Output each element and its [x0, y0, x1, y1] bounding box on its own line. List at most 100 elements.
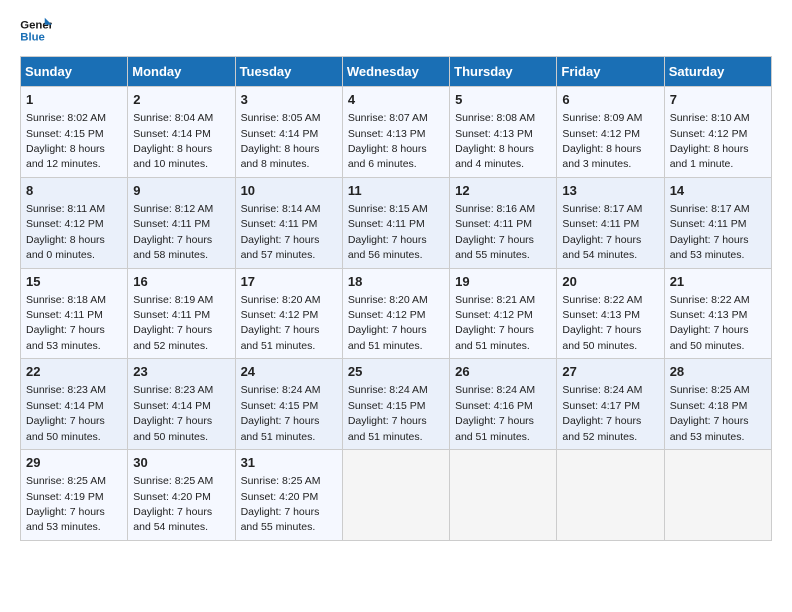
- day-number: 6: [562, 91, 658, 109]
- cell-info: Sunrise: 8:12 AMSunset: 4:11 PMDaylight:…: [133, 203, 213, 261]
- calendar-day-cell: 11 Sunrise: 8:15 AMSunset: 4:11 PMDaylig…: [342, 177, 449, 268]
- cell-info: Sunrise: 8:07 AMSunset: 4:13 PMDaylight:…: [348, 112, 428, 170]
- calendar-day-cell: 15 Sunrise: 8:18 AMSunset: 4:11 PMDaylig…: [21, 268, 128, 359]
- calendar-week-row: 15 Sunrise: 8:18 AMSunset: 4:11 PMDaylig…: [21, 268, 772, 359]
- day-number: 28: [670, 363, 766, 381]
- day-number: 7: [670, 91, 766, 109]
- day-number: 24: [241, 363, 337, 381]
- calendar-day-cell: 14 Sunrise: 8:17 AMSunset: 4:11 PMDaylig…: [664, 177, 771, 268]
- day-number: 12: [455, 182, 551, 200]
- day-number: 30: [133, 454, 229, 472]
- calendar-day-cell: 10 Sunrise: 8:14 AMSunset: 4:11 PMDaylig…: [235, 177, 342, 268]
- day-number: 4: [348, 91, 444, 109]
- calendar-day-cell: 20 Sunrise: 8:22 AMSunset: 4:13 PMDaylig…: [557, 268, 664, 359]
- calendar-day-cell: 19 Sunrise: 8:21 AMSunset: 4:12 PMDaylig…: [450, 268, 557, 359]
- calendar-day-cell: 13 Sunrise: 8:17 AMSunset: 4:11 PMDaylig…: [557, 177, 664, 268]
- cell-info: Sunrise: 8:14 AMSunset: 4:11 PMDaylight:…: [241, 203, 321, 261]
- calendar-day-cell: 9 Sunrise: 8:12 AMSunset: 4:11 PMDayligh…: [128, 177, 235, 268]
- day-number: 8: [26, 182, 122, 200]
- day-number: 23: [133, 363, 229, 381]
- calendar-day-cell: 7 Sunrise: 8:10 AMSunset: 4:12 PMDayligh…: [664, 87, 771, 178]
- day-of-week-header: Thursday: [450, 57, 557, 87]
- calendar-day-cell: [450, 450, 557, 541]
- calendar-week-row: 8 Sunrise: 8:11 AMSunset: 4:12 PMDayligh…: [21, 177, 772, 268]
- day-number: 29: [26, 454, 122, 472]
- calendar-day-cell: 24 Sunrise: 8:24 AMSunset: 4:15 PMDaylig…: [235, 359, 342, 450]
- svg-text:Blue: Blue: [20, 32, 45, 44]
- calendar-day-cell: 29 Sunrise: 8:25 AMSunset: 4:19 PMDaylig…: [21, 450, 128, 541]
- calendar-day-cell: 27 Sunrise: 8:24 AMSunset: 4:17 PMDaylig…: [557, 359, 664, 450]
- calendar-day-cell: 23 Sunrise: 8:23 AMSunset: 4:14 PMDaylig…: [128, 359, 235, 450]
- calendar-day-cell: [664, 450, 771, 541]
- cell-info: Sunrise: 8:20 AMSunset: 4:12 PMDaylight:…: [348, 294, 428, 352]
- calendar-day-cell: 18 Sunrise: 8:20 AMSunset: 4:12 PMDaylig…: [342, 268, 449, 359]
- cell-info: Sunrise: 8:08 AMSunset: 4:13 PMDaylight:…: [455, 112, 535, 170]
- day-of-week-header: Friday: [557, 57, 664, 87]
- calendar-day-cell: [342, 450, 449, 541]
- cell-info: Sunrise: 8:17 AMSunset: 4:11 PMDaylight:…: [670, 203, 750, 261]
- calendar-day-cell: 4 Sunrise: 8:07 AMSunset: 4:13 PMDayligh…: [342, 87, 449, 178]
- cell-info: Sunrise: 8:21 AMSunset: 4:12 PMDaylight:…: [455, 294, 535, 352]
- cell-info: Sunrise: 8:17 AMSunset: 4:11 PMDaylight:…: [562, 203, 642, 261]
- cell-info: Sunrise: 8:23 AMSunset: 4:14 PMDaylight:…: [26, 384, 106, 442]
- calendar-table: SundayMondayTuesdayWednesdayThursdayFrid…: [20, 56, 772, 541]
- calendar-day-cell: 26 Sunrise: 8:24 AMSunset: 4:16 PMDaylig…: [450, 359, 557, 450]
- calendar-day-cell: 3 Sunrise: 8:05 AMSunset: 4:14 PMDayligh…: [235, 87, 342, 178]
- calendar-day-cell: 2 Sunrise: 8:04 AMSunset: 4:14 PMDayligh…: [128, 87, 235, 178]
- day-number: 31: [241, 454, 337, 472]
- calendar-week-row: 1 Sunrise: 8:02 AMSunset: 4:15 PMDayligh…: [21, 87, 772, 178]
- day-number: 9: [133, 182, 229, 200]
- day-number: 27: [562, 363, 658, 381]
- day-of-week-header: Wednesday: [342, 57, 449, 87]
- calendar-day-cell: 30 Sunrise: 8:25 AMSunset: 4:20 PMDaylig…: [128, 450, 235, 541]
- calendar-day-cell: 21 Sunrise: 8:22 AMSunset: 4:13 PMDaylig…: [664, 268, 771, 359]
- cell-info: Sunrise: 8:18 AMSunset: 4:11 PMDaylight:…: [26, 294, 106, 352]
- cell-info: Sunrise: 8:22 AMSunset: 4:13 PMDaylight:…: [670, 294, 750, 352]
- day-number: 5: [455, 91, 551, 109]
- calendar-day-cell: [557, 450, 664, 541]
- day-number: 11: [348, 182, 444, 200]
- cell-info: Sunrise: 8:15 AMSunset: 4:11 PMDaylight:…: [348, 203, 428, 261]
- day-number: 2: [133, 91, 229, 109]
- cell-info: Sunrise: 8:24 AMSunset: 4:15 PMDaylight:…: [348, 384, 428, 442]
- cell-info: Sunrise: 8:24 AMSunset: 4:17 PMDaylight:…: [562, 384, 642, 442]
- day-number: 10: [241, 182, 337, 200]
- cell-info: Sunrise: 8:25 AMSunset: 4:20 PMDaylight:…: [241, 475, 321, 533]
- cell-info: Sunrise: 8:24 AMSunset: 4:16 PMDaylight:…: [455, 384, 535, 442]
- day-number: 22: [26, 363, 122, 381]
- cell-info: Sunrise: 8:25 AMSunset: 4:20 PMDaylight:…: [133, 475, 213, 533]
- day-number: 25: [348, 363, 444, 381]
- cell-info: Sunrise: 8:09 AMSunset: 4:12 PMDaylight:…: [562, 112, 642, 170]
- page-header: General Blue: [20, 16, 772, 44]
- day-number: 3: [241, 91, 337, 109]
- calendar-day-cell: 28 Sunrise: 8:25 AMSunset: 4:18 PMDaylig…: [664, 359, 771, 450]
- calendar-day-cell: 5 Sunrise: 8:08 AMSunset: 4:13 PMDayligh…: [450, 87, 557, 178]
- calendar-day-cell: 22 Sunrise: 8:23 AMSunset: 4:14 PMDaylig…: [21, 359, 128, 450]
- calendar-week-row: 29 Sunrise: 8:25 AMSunset: 4:19 PMDaylig…: [21, 450, 772, 541]
- day-number: 15: [26, 273, 122, 291]
- calendar-day-cell: 25 Sunrise: 8:24 AMSunset: 4:15 PMDaylig…: [342, 359, 449, 450]
- cell-info: Sunrise: 8:22 AMSunset: 4:13 PMDaylight:…: [562, 294, 642, 352]
- calendar-day-cell: 8 Sunrise: 8:11 AMSunset: 4:12 PMDayligh…: [21, 177, 128, 268]
- calendar-day-cell: 6 Sunrise: 8:09 AMSunset: 4:12 PMDayligh…: [557, 87, 664, 178]
- day-of-week-header: Tuesday: [235, 57, 342, 87]
- day-number: 16: [133, 273, 229, 291]
- calendar-week-row: 22 Sunrise: 8:23 AMSunset: 4:14 PMDaylig…: [21, 359, 772, 450]
- day-number: 14: [670, 182, 766, 200]
- logo: General Blue: [20, 16, 52, 44]
- calendar-day-cell: 1 Sunrise: 8:02 AMSunset: 4:15 PMDayligh…: [21, 87, 128, 178]
- cell-info: Sunrise: 8:16 AMSunset: 4:11 PMDaylight:…: [455, 203, 535, 261]
- cell-info: Sunrise: 8:20 AMSunset: 4:12 PMDaylight:…: [241, 294, 321, 352]
- day-number: 18: [348, 273, 444, 291]
- day-number: 20: [562, 273, 658, 291]
- cell-info: Sunrise: 8:24 AMSunset: 4:15 PMDaylight:…: [241, 384, 321, 442]
- day-of-week-header: Saturday: [664, 57, 771, 87]
- day-number: 19: [455, 273, 551, 291]
- day-number: 13: [562, 182, 658, 200]
- day-of-week-header: Sunday: [21, 57, 128, 87]
- calendar-day-cell: 31 Sunrise: 8:25 AMSunset: 4:20 PMDaylig…: [235, 450, 342, 541]
- cell-info: Sunrise: 8:19 AMSunset: 4:11 PMDaylight:…: [133, 294, 213, 352]
- cell-info: Sunrise: 8:25 AMSunset: 4:18 PMDaylight:…: [670, 384, 750, 442]
- cell-info: Sunrise: 8:04 AMSunset: 4:14 PMDaylight:…: [133, 112, 213, 170]
- cell-info: Sunrise: 8:23 AMSunset: 4:14 PMDaylight:…: [133, 384, 213, 442]
